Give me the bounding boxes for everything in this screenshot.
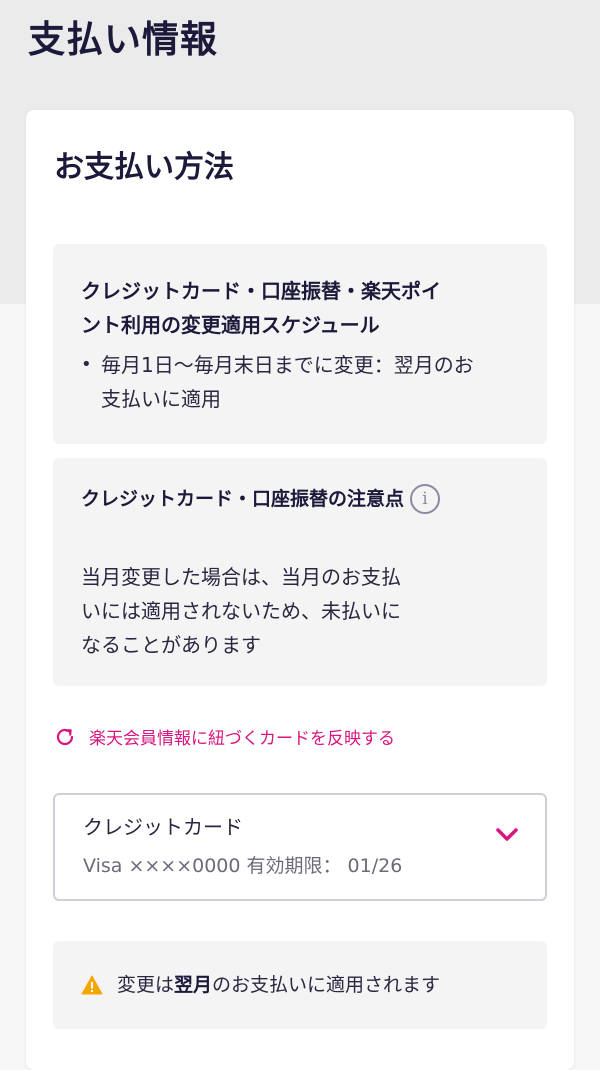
card-detail: Visa ××××0000 有効期限： 01/26 (83, 855, 403, 877)
info-icon[interactable]: i (410, 484, 441, 514)
warning-icon (81, 975, 103, 995)
notes-body-line1: 当月変更した場合は、当月のお支払 (81, 565, 401, 589)
chevron-down-icon (496, 828, 518, 841)
schedule-heading-line2: ント利用の変更適用スケジュール (81, 313, 380, 337)
sync-link-label: 楽天会員情報に紐づくカードを反映する (89, 729, 395, 749)
notes-info-box: クレジットカード・口座振替の注意点 i 当月変更した場合は、当月のお支払 いには… (53, 458, 547, 686)
notes-heading-row: クレジットカード・口座振替の注意点 i (81, 482, 441, 516)
page-title: 支払い情報 (28, 18, 218, 61)
notice-suffix: のお支払いに適用されます (212, 974, 441, 996)
sync-card-link[interactable]: 楽天会員情報に紐づくカードを反映する (53, 724, 395, 749)
notice-prefix: 変更は (117, 974, 175, 996)
schedule-heading: クレジットカード・口座振替・楽天ポイ ント利用の変更適用スケジュール (81, 274, 521, 342)
payment-method-card: お支払い方法 クレジットカード・口座振替・楽天ポイ ント利用の変更適用スケジュー… (26, 110, 574, 1070)
card-title: お支払い方法 (54, 150, 234, 185)
schedule-list-item: 毎月1日〜毎月末日までに変更：翌月のお 支払いに適用 (81, 348, 521, 416)
notes-body-line2: いには適用されないため、未払いに (81, 599, 401, 623)
notice-emphasis: 翌月 (174, 974, 213, 996)
notes-body: 当月変更した場合は、当月のお支払 いには適用されないため、未払いに なることがあ… (81, 560, 471, 662)
payment-method-select[interactable]: クレジットカード Visa ××××0000 有効期限： 01/26 (53, 793, 547, 901)
schedule-item-line2: 支払いに適用 (101, 387, 221, 411)
refresh-icon (56, 728, 74, 745)
change-notice: 変更は翌月のお支払いに適用されます (53, 941, 547, 1029)
schedule-list: 毎月1日〜毎月末日までに変更：翌月のお 支払いに適用 (81, 348, 521, 416)
notice-text: 変更は翌月のお支払いに適用されます (117, 970, 440, 1000)
notes-body-line3: なることがあります (81, 633, 261, 657)
notes-heading: クレジットカード・口座振替の注意点 (81, 488, 405, 510)
schedule-heading-line1: クレジットカード・口座振替・楽天ポイ (81, 279, 441, 303)
payment-method-label: クレジットカード (83, 815, 243, 839)
schedule-item-line1: 毎月1日〜毎月末日までに変更：翌月のお (101, 353, 474, 377)
schedule-info-box: クレジットカード・口座振替・楽天ポイ ント利用の変更適用スケジュール 毎月1日〜… (53, 244, 547, 444)
